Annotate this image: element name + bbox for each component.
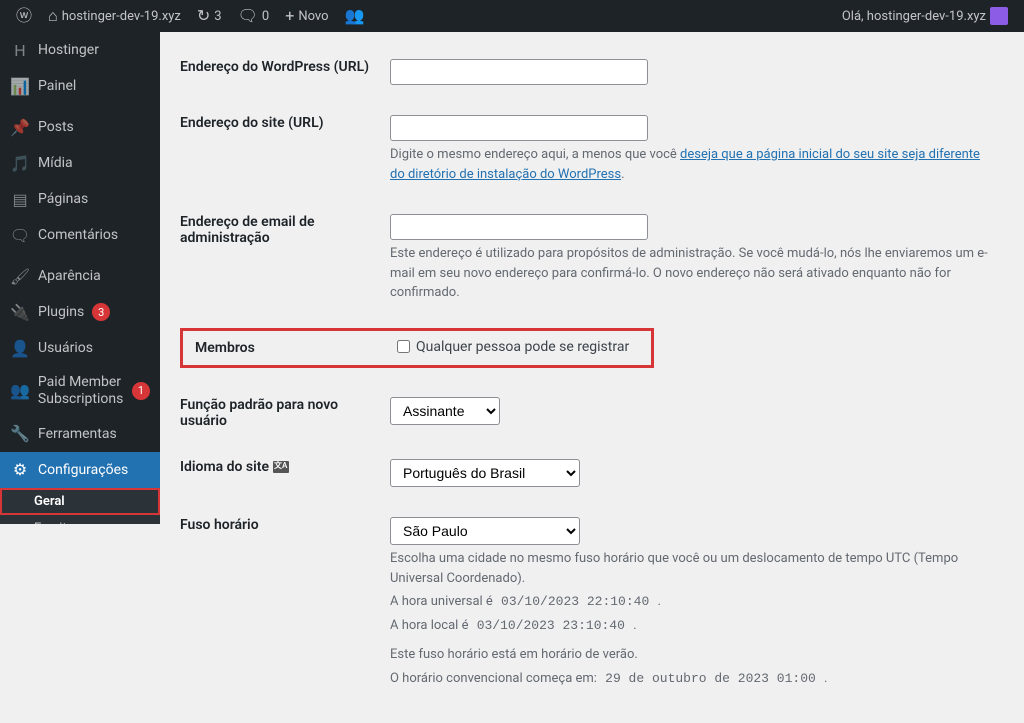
menu-label: Mídia [38, 155, 73, 171]
menu-label: Páginas [38, 191, 88, 207]
menu-dashboard[interactable]: 📊 Painel [0, 68, 160, 104]
membership-label: Membros [195, 339, 385, 358]
menu-label: Usuários [38, 340, 93, 356]
menu-label: Hostinger [38, 42, 99, 58]
timezone-select[interactable]: São Paulo [390, 517, 580, 545]
hostinger-icon: H [10, 40, 30, 60]
default-role-label: Função padrão para novo usuário [180, 382, 380, 444]
menu-label: Posts [38, 119, 74, 135]
plug-icon: 🔌 [10, 302, 30, 322]
new-content-link[interactable]: + Novo [277, 0, 336, 32]
menu-label: Comentários [38, 227, 118, 243]
adminemail-label: Endereço de email de administração [180, 199, 380, 318]
menu-posts[interactable]: 📌 Posts [0, 109, 160, 145]
pms-quick-link[interactable]: 👥 [337, 0, 373, 32]
avatar [990, 7, 1008, 25]
siteurl-label: Endereço do site (URL) [180, 100, 380, 199]
menu-label: Configurações [38, 462, 128, 478]
settings-submenu: Geral Escrita Leitura Discussão Mídia Li… [0, 488, 160, 524]
plugins-badge: 3 [92, 303, 110, 321]
dashboard-icon: 📊 [10, 76, 30, 96]
page-icon: ▤ [10, 189, 30, 209]
comments-link[interactable]: 🗨0 [230, 0, 278, 32]
wrench-icon: 🔧 [10, 424, 30, 444]
site-name: hostinger-dev-19.xyz [62, 9, 181, 24]
utc-time: 03/10/2023 22:10:40 [496, 592, 654, 611]
dst-next-time: 29 de outubro de 2023 01:00 [600, 669, 821, 688]
timezone-description: Escolha uma cidade no mesmo fuso horário… [390, 549, 994, 588]
menu-label: Ferramentas [38, 426, 117, 442]
sliders-icon: ⚙ [10, 460, 30, 480]
menu-media[interactable]: 🎵 Mídia [0, 145, 160, 181]
comment-icon: 🗨 [238, 8, 258, 24]
updates-link[interactable]: ↻3 [189, 0, 230, 32]
updates-count: 3 [214, 9, 221, 24]
site-home-link[interactable]: ⌂ hostinger-dev-19.xyz [40, 0, 189, 32]
local-time: 03/10/2023 23:10:40 [472, 616, 630, 635]
menu-settings[interactable]: ⚙ Configurações [0, 452, 160, 488]
dst-note: Este fuso horário está em horário de ver… [390, 645, 994, 665]
new-label: Novo [298, 9, 328, 24]
membership-checkbox-label[interactable]: Qualquer pessoa pode se registrar [397, 339, 629, 355]
comments-count: 0 [262, 9, 269, 24]
siteurl-input[interactable] [390, 115, 648, 141]
pms-badge: 1 [132, 382, 150, 400]
submenu-writing[interactable]: Escrita [0, 515, 160, 524]
user-icon: 👤 [10, 338, 30, 358]
menu-pages[interactable]: ▤ Páginas [0, 181, 160, 217]
menu-pms[interactable]: 👥 Paid Member Subscriptions 1 [0, 366, 160, 416]
adminemail-input[interactable] [390, 214, 648, 240]
admin-toolbar: ⓦ ⌂hostinger-dev-19.xyz ↻3 🗨0 +Novo 👥 Ol… [0, 0, 1024, 32]
pin-icon: 📌 [10, 117, 30, 137]
wordpress-icon: ⓦ [16, 8, 32, 24]
adminemail-description: Este endereço é utilizado para propósito… [390, 244, 994, 303]
membership-highlight: Membros Qualquer pessoa pode se registra… [180, 328, 654, 369]
wp-logo[interactable]: ⓦ [8, 0, 40, 32]
local-time-line: A hora local é 03/10/2023 23:10:40 . [390, 616, 994, 636]
menu-label: Painel [38, 78, 76, 94]
default-role-select[interactable]: Assinante [390, 397, 500, 425]
menu-comments[interactable]: 🗨 Comentários [0, 217, 160, 253]
submenu-general[interactable]: Geral [0, 488, 160, 515]
account-link[interactable]: Olá, hostinger-dev-19.xyz [834, 0, 1016, 32]
admin-sidebar: H Hostinger 📊 Painel 📌 Posts 🎵 Mídia ▤ Página… [0, 32, 160, 524]
greeting: Olá, hostinger-dev-19.xyz [842, 9, 986, 24]
language-label: Idioma do site [180, 444, 380, 502]
brush-icon: 🖌 [10, 266, 30, 286]
wpurl-input[interactable] [390, 59, 648, 85]
menu-label: Aparência [38, 268, 101, 284]
menu-hostinger[interactable]: H Hostinger [0, 32, 160, 68]
membership-checkbox[interactable] [397, 340, 410, 353]
main-content: Endereço do WordPress (URL) Endereço do … [160, 0, 1024, 723]
siteurl-description: Digite o mesmo endereço aqui, a menos qu… [390, 145, 994, 184]
timezone-label: Fuso horário [180, 502, 380, 703]
comment-icon: 🗨 [10, 225, 30, 245]
plus-icon: + [285, 8, 294, 24]
dst-next-line: O horário convencional começa em: 29 de … [390, 669, 994, 689]
home-icon: ⌂ [48, 8, 58, 24]
menu-label: Paid Member Subscriptions [38, 374, 124, 408]
updates-icon: ↻ [197, 8, 210, 24]
wpurl-label: Endereço do WordPress (URL) [180, 44, 380, 100]
menu-users[interactable]: 👤 Usuários [0, 330, 160, 366]
menu-tools[interactable]: 🔧 Ferramentas [0, 416, 160, 452]
group-icon: 👥 [10, 381, 30, 401]
media-icon: 🎵 [10, 153, 30, 173]
translate-icon [273, 461, 289, 473]
menu-label: Plugins [38, 304, 84, 320]
language-select[interactable]: Português do Brasil [390, 459, 580, 487]
group-icon: 👥 [345, 8, 365, 24]
utc-time-line: A hora universal é 03/10/2023 22:10:40 . [390, 592, 994, 612]
membership-checkbox-text: Qualquer pessoa pode se registrar [416, 339, 629, 355]
menu-appearance[interactable]: 🖌 Aparência [0, 258, 160, 294]
menu-plugins[interactable]: 🔌 Plugins 3 [0, 294, 160, 330]
